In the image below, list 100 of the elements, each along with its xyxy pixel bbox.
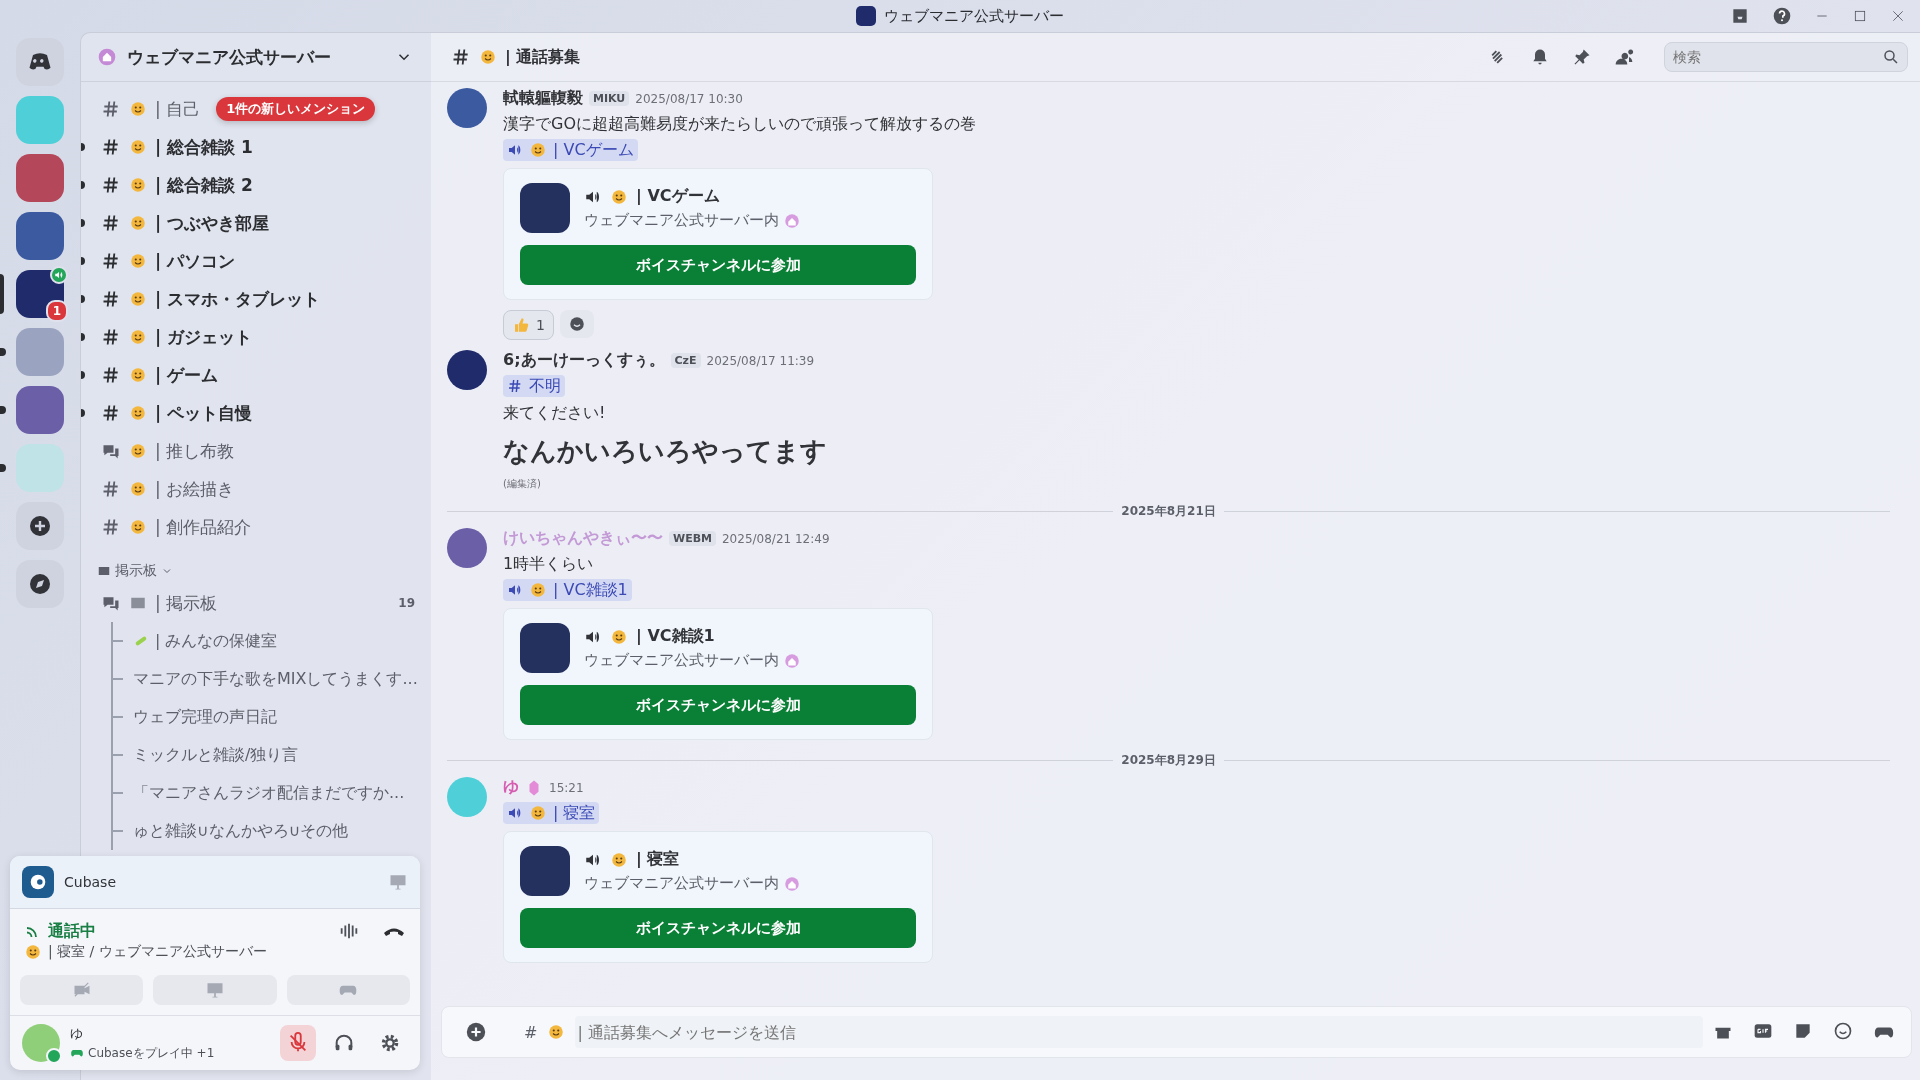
server-icon	[520, 183, 570, 233]
emoji-icon	[129, 290, 147, 308]
guild-tag: MIKU	[589, 91, 630, 106]
user-avatar[interactable]	[447, 88, 487, 128]
emoji-icon	[529, 141, 547, 159]
server-icon[interactable]	[16, 212, 64, 260]
emoji-icon	[129, 480, 147, 498]
smiley-icon[interactable]	[1833, 1021, 1853, 1041]
join-voice-button[interactable]: ボイスチャンネルに参加	[520, 685, 916, 725]
post-count: 19	[398, 596, 415, 610]
help-icon[interactable]	[1772, 6, 1792, 26]
thread-name[interactable]: マニアの下手な歌をMIXしてうまくす...	[133, 668, 418, 690]
message-text: 1時半くらい	[503, 553, 595, 575]
emoji-icon	[129, 252, 147, 270]
emoji-icon	[129, 138, 147, 156]
user-activity: Cubaseをプレイ中	[88, 1044, 193, 1062]
channel-item[interactable]: | 推し布教	[81, 432, 423, 470]
thread-name[interactable]: 「マニアさんラジオ配信まだですか...	[133, 782, 405, 804]
inbox-icon[interactable]	[1730, 6, 1750, 26]
emoji-icon	[547, 1023, 566, 1041]
channel-item[interactable]: | つぶやき部屋	[81, 204, 423, 242]
thread-name[interactable]: | みんなの保健室	[155, 630, 278, 652]
flower-icon	[783, 211, 801, 230]
category-name[interactable]: 掲示板	[115, 562, 157, 580]
home-button[interactable]	[16, 38, 64, 86]
channel-mention[interactable]: | VC雑談1	[503, 579, 632, 601]
message-input[interactable]: | 通話募集へメッセージを送信	[575, 1016, 1703, 1048]
thread-name[interactable]: ミックルと雑談/独り言	[133, 744, 299, 766]
user-avatar[interactable]	[447, 350, 487, 390]
channel-item[interactable]: | 総合雑談 1	[81, 128, 423, 166]
channel-item[interactable]: | ガジェット	[81, 318, 423, 356]
channel-item[interactable]: | ゲーム	[81, 356, 423, 394]
thread-name[interactable]: ゅと雑談∪なんかやろ∪その他	[133, 820, 349, 842]
message-heading: なんかいろいろやってます	[503, 435, 827, 468]
emoji-icon	[479, 48, 497, 66]
channel-item[interactable]: | 自己 1件の新しいメンション	[81, 90, 423, 128]
voice-channel[interactable]: | 寝室 / ウェブマニア公式サーバー	[48, 943, 267, 961]
emoji-icon	[529, 804, 547, 822]
add-server-button[interactable]	[16, 502, 64, 550]
invite-channel-name: | 寝室	[636, 849, 680, 870]
channel-mention[interactable]: | VCゲーム	[503, 139, 638, 161]
invite-channel-name: | VC雑談1	[636, 626, 715, 647]
server-icon	[520, 846, 570, 896]
channel-item[interactable]: | ペット自慢	[81, 394, 423, 432]
reaction-chip[interactable]: 1	[503, 310, 554, 340]
emoji-icon	[129, 100, 147, 118]
thread-name[interactable]: ウェブ完理の声日記	[133, 706, 277, 728]
channel-item[interactable]: | スマホ・タブレット	[81, 280, 423, 318]
channel-item[interactable]: | パソコン	[81, 242, 423, 280]
search-field[interactable]: 検索	[1664, 42, 1908, 72]
channel-item[interactable]: | 創作品紹介	[81, 508, 423, 546]
hash-icon	[101, 289, 121, 309]
pin-icon[interactable]	[1572, 47, 1592, 67]
mute-button[interactable]	[280, 1025, 316, 1061]
message-text: 漢字でGOに超超高難易度が来たらしいので頑張って解放するの巻	[503, 113, 976, 135]
mention-badge[interactable]: 1件の新しいメンション	[216, 97, 376, 121]
channel-mention[interactable]: | 寝室	[503, 802, 600, 824]
invite-channel-name: | VCゲーム	[636, 186, 720, 207]
guild-tag: CzE	[670, 353, 701, 368]
server-icon	[520, 623, 570, 673]
emoji-icon	[610, 850, 628, 869]
maximize-icon[interactable]	[1852, 8, 1868, 24]
close-icon[interactable]	[1890, 8, 1906, 24]
search-icon	[1882, 48, 1900, 66]
sticker-icon[interactable]	[1793, 1021, 1813, 1041]
add-icon	[28, 514, 52, 538]
compass-icon	[28, 572, 52, 596]
emoji-icon	[129, 176, 147, 194]
timestamp: 2025/08/17 11:39	[706, 353, 815, 368]
emoji-icon	[610, 627, 628, 646]
activity-name: Cubase	[64, 874, 118, 890]
board-icon	[97, 564, 111, 578]
channel-item[interactable]: | 掲示板 19	[81, 584, 423, 622]
hash-icon	[101, 517, 121, 537]
channel-title: | 通話募集	[505, 46, 582, 68]
author-name[interactable]: ゆ	[503, 777, 519, 798]
channel-mention[interactable]: 不明	[503, 375, 565, 397]
activity-count: +1	[196, 1046, 215, 1060]
emoji-icon	[129, 328, 147, 346]
members-icon[interactable]	[1614, 47, 1634, 67]
invite-server-name: ウェブマニア公式サーバー内	[584, 211, 779, 230]
gif-icon[interactable]	[1753, 1021, 1773, 1041]
discover-button[interactable]	[16, 560, 64, 608]
join-voice-button[interactable]: ボイスチャンネルに参加	[520, 245, 916, 285]
date-divider: 2025年8月29日	[1121, 752, 1216, 769]
speaker-glyph-icon	[54, 270, 64, 280]
voice-status[interactable]: 通話中	[48, 920, 96, 942]
emoji-icon	[129, 404, 147, 422]
server-name[interactable]: ウェブマニア公式サーバー	[127, 45, 385, 69]
channel-item[interactable]: | お絵描き	[81, 470, 423, 508]
author-name[interactable]: 軾轅軀輹毅	[503, 88, 583, 109]
channel-item[interactable]: | 総合雑談 2	[81, 166, 423, 204]
user-avatar[interactable]	[447, 528, 487, 568]
add-icon	[465, 1021, 487, 1043]
hash-icon	[101, 403, 121, 423]
add-reaction-button[interactable]	[559, 310, 594, 338]
hash-icon	[101, 99, 121, 119]
emoji-icon	[129, 518, 147, 536]
join-voice-button[interactable]: ボイスチャンネルに参加	[520, 908, 916, 948]
author-name[interactable]: 6;あーけーっくすぅ。	[503, 350, 665, 371]
